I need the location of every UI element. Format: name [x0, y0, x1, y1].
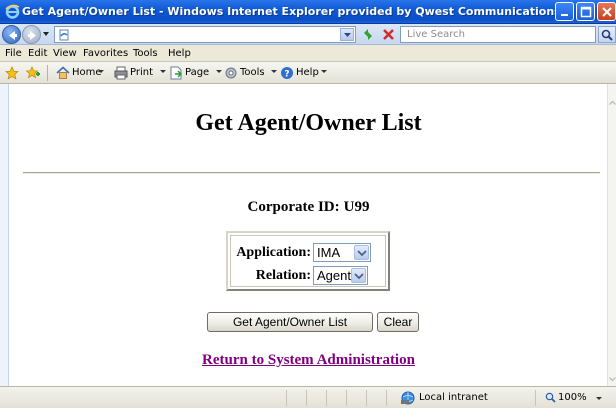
tools-menu-button[interactable]: Tools	[224, 66, 270, 80]
corporate-id: Corporate ID: U99	[9, 199, 607, 216]
page-content: Get Agent/Owner List Corporate ID: U99 Ap…	[8, 84, 607, 386]
chevron-down-icon	[357, 250, 367, 257]
vertical-scrollbar[interactable]	[607, 84, 616, 386]
search-button[interactable]	[598, 26, 616, 43]
gear-icon	[225, 67, 237, 79]
menu-favorites[interactable]: Favorites	[83, 48, 128, 59]
history-dropdown-icon[interactable]	[42, 30, 50, 38]
home-dropdown-icon[interactable]	[98, 70, 104, 73]
application-selected-value: IMA	[317, 245, 341, 260]
page-icon	[59, 29, 69, 41]
return-to-system-administration-link[interactable]: Return to System Administration	[9, 352, 607, 369]
relation-row: Relation: Agent	[231, 265, 389, 287]
help-icon: ?	[281, 67, 293, 80]
scroll-up-icon[interactable]	[608, 98, 616, 108]
address-toolbar: Live Search	[0, 24, 616, 45]
menu-help[interactable]: Help	[168, 48, 191, 59]
selection-form-inner: Application: IMA Relation: Agent	[230, 235, 386, 287]
print-dropdown-icon[interactable]	[160, 70, 166, 73]
status-pane-divider	[306, 390, 307, 406]
page-menu-button[interactable]: Page	[169, 66, 213, 80]
home-icon	[56, 66, 70, 79]
help-menu-button[interactable]: ? Help	[280, 66, 320, 80]
status-pane-divider	[326, 390, 327, 406]
maximize-icon	[580, 6, 592, 18]
help-label: Help	[296, 67, 319, 78]
horizontal-rule	[23, 172, 600, 174]
search-input[interactable]: Live Search	[400, 26, 596, 43]
corporate-id-label: Corporate ID:	[247, 199, 340, 215]
close-icon	[602, 7, 612, 17]
address-dropdown-button[interactable]	[340, 28, 354, 41]
minimize-icon	[561, 14, 568, 16]
favorites-star-icon[interactable]	[5, 66, 19, 80]
status-pane-divider	[346, 390, 347, 406]
tools-label: Tools	[240, 67, 265, 78]
chevron-down-icon	[344, 33, 351, 37]
close-button[interactable]	[597, 2, 616, 21]
back-button[interactable]	[2, 25, 21, 44]
forward-arrow-icon	[28, 31, 36, 40]
relation-select[interactable]: Agent	[313, 266, 368, 285]
status-pane-divider	[535, 390, 536, 406]
print-label: Print	[130, 67, 154, 78]
print-button[interactable]: Print	[114, 66, 158, 80]
menu-view[interactable]: View	[53, 48, 77, 59]
application-row: Application: IMA	[231, 242, 389, 264]
tools-dropdown-icon[interactable]	[271, 70, 277, 73]
maximize-button[interactable]	[576, 2, 595, 21]
svg-text:?: ?	[284, 70, 289, 80]
help-dropdown-icon[interactable]	[321, 70, 327, 73]
application-dropdown-button[interactable]	[354, 245, 369, 260]
toolbar-separator	[47, 65, 48, 81]
menu-bar: File Edit View Favorites Tools Help	[0, 45, 616, 62]
menu-file[interactable]: File	[5, 48, 22, 59]
clear-button[interactable]: Clear	[377, 312, 419, 332]
refresh-icon[interactable]	[360, 27, 376, 42]
add-favorites-icon[interactable]	[26, 66, 40, 80]
relation-dropdown-button[interactable]	[351, 268, 366, 283]
corporate-id-value: U99	[343, 199, 370, 215]
page-icon	[170, 66, 182, 80]
application-select[interactable]: IMA	[313, 243, 371, 262]
page-dropdown-icon[interactable]	[216, 70, 222, 73]
command-bar: Home Print Page Tools ? Help	[0, 62, 616, 84]
page-label: Page	[185, 67, 210, 78]
minimize-button[interactable]	[555, 2, 574, 21]
address-field[interactable]	[54, 26, 356, 43]
get-agent-owner-list-button[interactable]: Get Agent/Owner List	[207, 312, 373, 332]
home-button[interactable]: Home	[56, 66, 106, 80]
stop-icon[interactable]	[381, 27, 396, 42]
application-label: Application:	[236, 245, 311, 260]
printer-icon	[114, 66, 128, 80]
window-title-bar[interactable]: Get Agent/Owner List - Windows Internet …	[0, 0, 616, 24]
menu-tools[interactable]: Tools	[133, 48, 158, 59]
window-title: Get Agent/Owner List - Windows Internet …	[22, 5, 561, 18]
scroll-down-icon[interactable]	[608, 374, 616, 384]
content-left-border	[0, 84, 8, 386]
magnifier-icon	[545, 392, 556, 403]
chevron-down-icon	[354, 273, 364, 280]
forward-button[interactable]	[22, 25, 41, 44]
status-bar: Local intranet 100%	[0, 386, 616, 408]
security-zone-label: Local intranet	[419, 392, 488, 403]
page-title: Get Agent/Owner List	[195, 110, 422, 136]
menu-edit[interactable]: Edit	[28, 48, 47, 59]
relation-selected-value: Agent	[317, 268, 351, 283]
status-pane-divider	[386, 390, 387, 406]
ie-logo-icon	[5, 4, 20, 19]
search-icon	[601, 29, 613, 41]
selection-form: Application: IMA Relation: Agent	[226, 231, 390, 291]
status-pane-divider	[286, 390, 287, 406]
relation-label: Relation:	[255, 268, 311, 283]
zoom-dropdown-icon[interactable]	[596, 397, 602, 400]
globe-icon	[401, 391, 415, 405]
back-arrow-icon	[9, 31, 17, 40]
zoom-level-value: 100%	[558, 392, 587, 403]
status-pane-divider	[366, 390, 367, 406]
